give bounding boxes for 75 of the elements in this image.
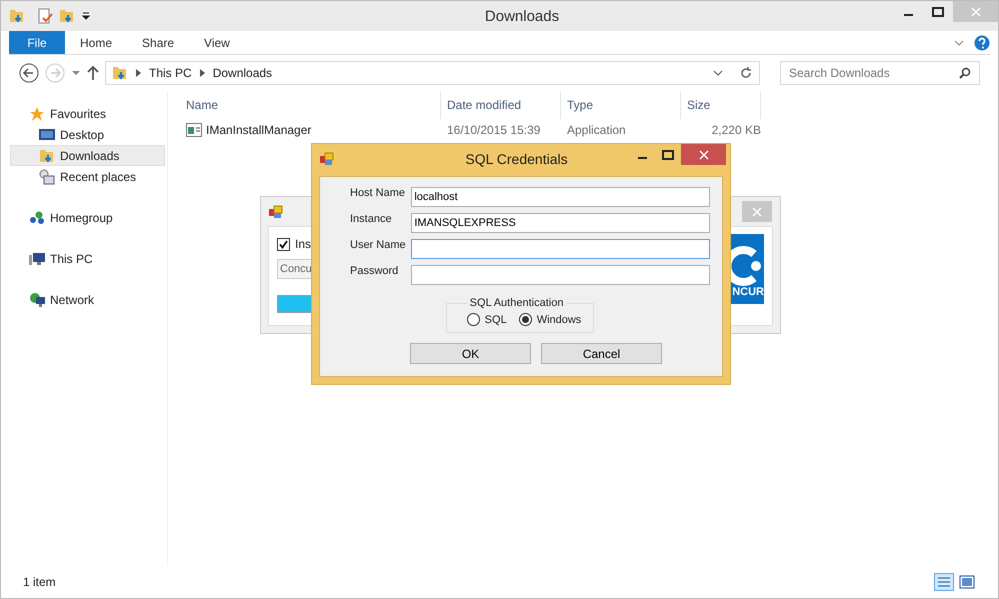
column-header[interactable]: Date modified	[441, 91, 561, 119]
minimize-icon	[638, 157, 646, 159]
quick-access-folder-icon	[9, 8, 25, 24]
chevron-right-icon[interactable]	[200, 69, 205, 77]
column-header[interactable]: Type	[561, 91, 681, 119]
homegroup-icon	[29, 210, 45, 226]
window-title: Downloads	[484, 8, 560, 24]
ribbon-tab[interactable]: Home	[65, 31, 128, 54]
checkbox[interactable]	[277, 238, 290, 250]
column-header[interactable]: Name	[186, 91, 441, 119]
ribbon-tab[interactable]: File	[9, 31, 65, 54]
field-label: Password	[350, 265, 400, 277]
ribbon-tab[interactable]: View	[189, 31, 245, 54]
input-field[interactable]: localhost	[411, 187, 710, 207]
nav-item[interactable]: Desktop	[10, 124, 165, 145]
app-icon	[320, 152, 334, 166]
network-icon	[29, 292, 45, 308]
input-field[interactable]	[411, 265, 710, 285]
table-cell-text: 16/10/2015 15:39	[446, 122, 542, 139]
chevron-right-icon[interactable]	[136, 69, 141, 77]
input-field[interactable]: IMANSQLEXPRESS	[411, 213, 710, 233]
ribbon-tab[interactable]: Share	[127, 31, 190, 54]
table-cell-text: 2,220 KB	[710, 122, 761, 139]
combo-box[interactable]: Concu	[277, 259, 313, 279]
breadcrumb-item[interactable]: This PC	[149, 66, 192, 80]
file-name-cell[interactable]: IManInstallManager	[186, 119, 441, 141]
downloads-folder-icon	[112, 65, 128, 81]
nav-item[interactable]: Favourites	[10, 103, 165, 124]
breadcrumb-item[interactable]: Downloads	[212, 66, 272, 80]
back-button[interactable]	[19, 63, 39, 83]
column-header[interactable]: Size	[681, 91, 761, 119]
dropdown-icon[interactable]	[81, 11, 91, 21]
star-icon	[29, 106, 45, 122]
recent-locations-icon[interactable]	[71, 70, 81, 76]
field-label: User Name	[350, 239, 407, 251]
close-icon	[970, 6, 980, 16]
chevron-down-icon[interactable]	[713, 69, 723, 77]
checkbox-label: Ins	[295, 237, 312, 251]
app-icon	[269, 204, 283, 218]
field-label: Instance	[350, 213, 393, 225]
application-icon	[186, 123, 202, 137]
group-legend: SQL Authentication	[466, 297, 566, 309]
up-arrow-icon[interactable]	[87, 65, 99, 81]
new-folder-icon	[59, 8, 75, 24]
dialog-title: SQL Credentials	[464, 150, 569, 166]
recent-places-icon	[39, 168, 55, 184]
item-count: 1 item	[23, 575, 56, 589]
computer-icon	[29, 250, 45, 266]
address-bar[interactable]: This PC Downloads	[105, 61, 760, 85]
dialog-button[interactable]: OK	[410, 343, 531, 364]
search-icon	[959, 67, 971, 79]
nav-item[interactable]: Recent places	[10, 166, 165, 187]
radio-option[interactable]: SQL	[466, 313, 507, 326]
close-icon	[698, 150, 708, 160]
nav-item[interactable]: This PC	[10, 248, 165, 269]
close-icon	[752, 206, 762, 216]
nav-item[interactable]: Downloads	[10, 145, 165, 166]
dialog-button[interactable]: Cancel	[541, 343, 662, 364]
nav-item[interactable]: Network	[10, 289, 165, 310]
nav-item[interactable]: Homegroup	[10, 207, 165, 228]
downloads-folder-icon	[39, 148, 55, 164]
radio-option[interactable]: Windows	[518, 313, 582, 326]
properties-icon[interactable]	[37, 8, 53, 24]
minimize-icon	[904, 14, 912, 16]
field-label: Host Name	[350, 187, 406, 199]
close-button[interactable]	[681, 144, 726, 165]
search-field[interactable]: Search Downloads	[780, 61, 980, 85]
input-field[interactable]	[411, 239, 710, 259]
large-icons-view-icon[interactable]	[958, 573, 976, 591]
table-cell-text: Application	[566, 122, 627, 139]
refresh-icon[interactable]	[739, 66, 753, 80]
maximize-icon	[932, 6, 944, 16]
maximize-icon	[662, 150, 674, 160]
monitor-icon	[39, 128, 55, 142]
details-view-icon[interactable]	[934, 573, 954, 591]
